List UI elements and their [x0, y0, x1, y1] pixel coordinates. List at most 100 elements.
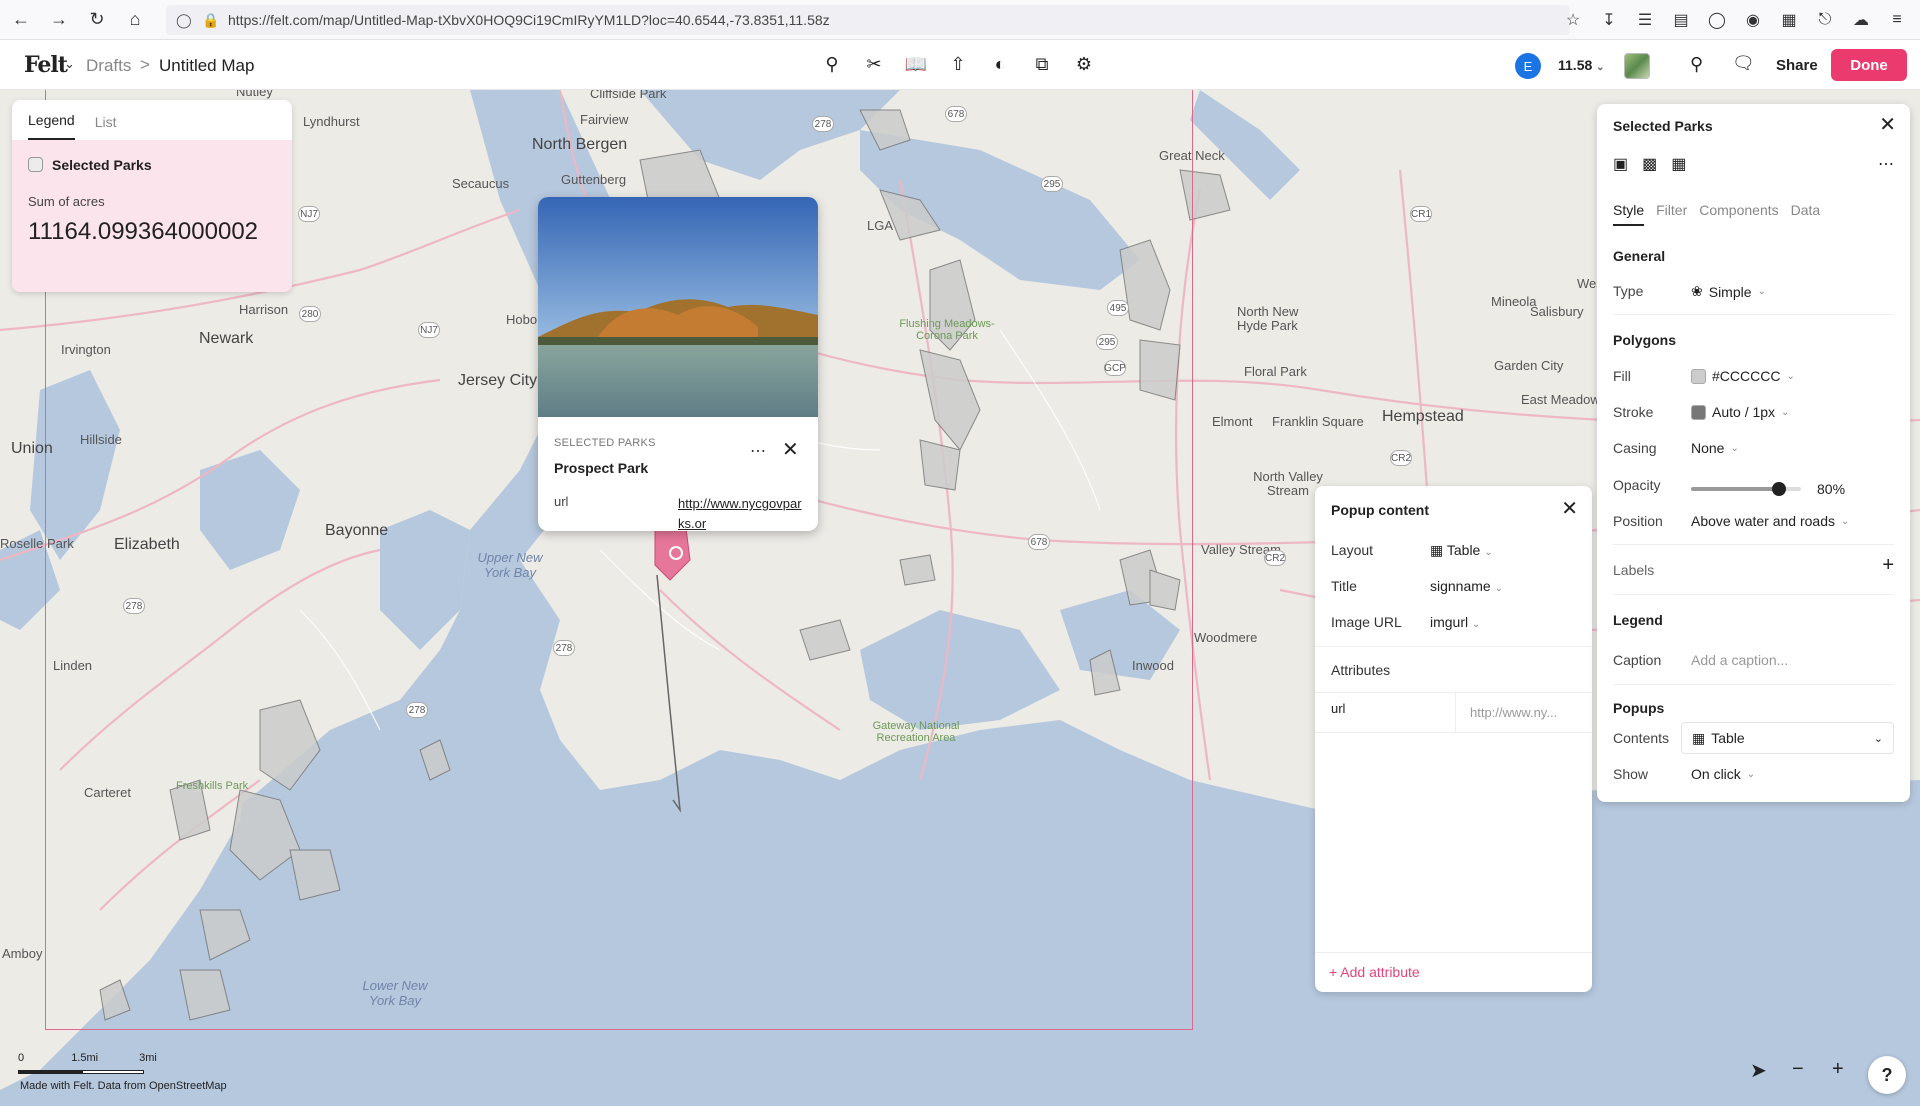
casing-value: None [1691, 440, 1725, 456]
labels-label: Labels [1613, 562, 1655, 578]
breadcrumb-drafts[interactable]: Drafts [86, 56, 131, 76]
tab-filter[interactable]: Filter [1656, 202, 1687, 226]
pin-tool-icon[interactable]: ⚲ [818, 50, 846, 78]
more-options-icon[interactable]: ⋯ [750, 441, 766, 461]
layout-select[interactable]: ▦ Table ⌄ [1430, 542, 1493, 559]
reload-icon[interactable]: ↻ [80, 3, 114, 37]
caption-input[interactable]: Add a caption... [1691, 652, 1788, 668]
forward-icon[interactable]: → [42, 3, 76, 37]
table-view-icon[interactable]: ▦ [1671, 154, 1686, 174]
more-options-icon[interactable]: ⋯ [1878, 154, 1894, 174]
locate-icon[interactable]: ➤ [1750, 1058, 1767, 1083]
back-icon[interactable]: ← [4, 3, 38, 37]
account-icon[interactable]: ◯ [1704, 10, 1730, 30]
stroke-select[interactable]: Auto / 1px ⌄ [1691, 404, 1789, 420]
table-icon: ▦ [1692, 729, 1706, 746]
route-shield: 278 [406, 702, 428, 718]
tab-style[interactable]: Style [1613, 202, 1645, 226]
reader-icon[interactable]: ▤ [1668, 10, 1694, 30]
close-icon[interactable]: ✕ [782, 437, 799, 462]
download-icon[interactable]: ↧ [1596, 10, 1622, 30]
bookmark-star-icon[interactable]: ☆ [1560, 10, 1586, 30]
chevron-down-icon[interactable]: ⌄ [64, 56, 75, 72]
divider [1315, 952, 1592, 953]
close-icon[interactable]: ✕ [1879, 112, 1896, 137]
legend-panel: Legend List Selected Parks Sum of acres … [12, 100, 292, 292]
route-shield: CR1 [1410, 206, 1432, 222]
type-select[interactable]: ❀ Simple ⌄ [1691, 283, 1766, 300]
scale-labels: 0 1.5mi 3mi [18, 1052, 157, 1064]
place-label: Amboy [2, 946, 43, 961]
place-label: Woodmere [1194, 630, 1258, 645]
avatar[interactable]: E [1515, 53, 1541, 79]
url-bar[interactable]: ◯ 🔒 https://felt.com/map/Untitled-Map-tX… [166, 5, 1570, 35]
home-icon[interactable]: ⌂ [118, 3, 152, 37]
components-tool-icon[interactable]: ⧉ [1028, 50, 1056, 78]
qr-extension-icon[interactable]: ▦ [1776, 10, 1802, 30]
done-button[interactable]: Done [1831, 49, 1907, 81]
place-label: Union [11, 440, 53, 457]
place-label: Linden [53, 658, 93, 673]
add-attribute-button[interactable]: + Add attribute [1329, 964, 1420, 980]
library-icon[interactable]: ☰ [1632, 10, 1658, 30]
cut-tool-icon[interactable]: ✂ [860, 50, 888, 78]
layer-visibility-checkbox[interactable] [28, 157, 43, 172]
upload-tool-icon[interactable]: ⇧ [944, 50, 972, 78]
extension-icon[interactable]: ◉ [1740, 10, 1766, 30]
comment-icon[interactable]: 🗨 [1732, 53, 1755, 74]
add-labels-icon[interactable]: + [1882, 554, 1894, 577]
library-tool-icon[interactable]: 📖 [902, 50, 930, 78]
layer-name[interactable]: Selected Parks [52, 157, 152, 173]
image-url-select[interactable]: imgurl ⌄ [1430, 614, 1480, 630]
fill-select[interactable]: #CCCCCC ⌄ [1691, 368, 1795, 384]
help-button[interactable]: ? [1868, 1056, 1906, 1094]
casing-select[interactable]: None ⌄ [1691, 440, 1739, 456]
map-title[interactable]: Untitled Map [159, 56, 254, 76]
route-shield: 295 [1096, 334, 1118, 350]
tab-legend[interactable]: Legend [28, 112, 75, 140]
opacity-slider[interactable] [1691, 482, 1801, 496]
position-select[interactable]: Above water and roads ⌄ [1691, 513, 1849, 529]
popup-attr-link[interactable]: http://www.nycgovparks.or [678, 494, 808, 531]
contents-select[interactable]: ▦ Table ⌄ [1681, 722, 1894, 754]
place-label: Elizabeth [114, 536, 180, 553]
route-shield: NJ7 [418, 322, 440, 338]
chevron-down-icon: ⌄ [1596, 62, 1605, 73]
attribute-value-field[interactable]: http://www.ny... [1455, 692, 1592, 732]
water-label: Lower New York Bay [362, 978, 428, 1008]
zoom-in-button[interactable]: + [1832, 1058, 1844, 1081]
menu-icon[interactable]: ≡ [1884, 11, 1910, 29]
share-button[interactable]: Share [1776, 57, 1818, 74]
cloud-icon[interactable]: ☁ [1848, 10, 1874, 30]
place-label: Great Neck [1159, 148, 1225, 163]
settings-gear-icon[interactable]: ⚙ [1070, 50, 1098, 78]
park-label: Flushing Meadows-Corona Park [899, 318, 995, 342]
tab-data[interactable]: Data [1791, 202, 1821, 226]
zoom-to-layer-icon[interactable]: ▣ [1613, 154, 1628, 174]
zoom-out-button[interactable]: − [1792, 1058, 1804, 1081]
place-label: Irvington [61, 342, 111, 357]
layers-tool-icon[interactable]: ◐ [986, 50, 1014, 78]
opacity-value: 80% [1817, 481, 1846, 497]
position-label: Position [1613, 513, 1663, 529]
scale-bar [18, 1070, 144, 1074]
sum-value: 11164.099364000002 [28, 218, 259, 245]
title-select[interactable]: signname ⌄ [1430, 578, 1503, 594]
table-icon: ▦ [1430, 542, 1444, 558]
select-features-icon[interactable]: ▩ [1642, 154, 1657, 174]
close-icon[interactable]: ✕ [1561, 496, 1578, 521]
opacity-knob[interactable] [1772, 482, 1786, 496]
show-label: Show [1613, 766, 1649, 782]
contents-label: Contents [1613, 730, 1670, 746]
divider [1613, 314, 1894, 315]
stroke-label: Stroke [1613, 404, 1654, 420]
basemap-thumbnail[interactable] [1624, 53, 1650, 79]
zoom-level[interactable]: 11.58 ⌄ [1558, 57, 1605, 73]
show-select[interactable]: On click ⌄ [1691, 766, 1755, 782]
search-icon[interactable]: ⚲ [1690, 54, 1703, 75]
tab-list[interactable]: List [95, 114, 117, 140]
felt-logo[interactable]: Felt [24, 52, 68, 78]
tab-components[interactable]: Components [1699, 202, 1778, 226]
puzzle-icon[interactable]: ⎋ [1812, 11, 1838, 29]
app-header: Felt ⌄ Drafts > Untitled Map ⚲ ✂ 📖 ⇧ ◐ ⧉… [0, 40, 1920, 90]
